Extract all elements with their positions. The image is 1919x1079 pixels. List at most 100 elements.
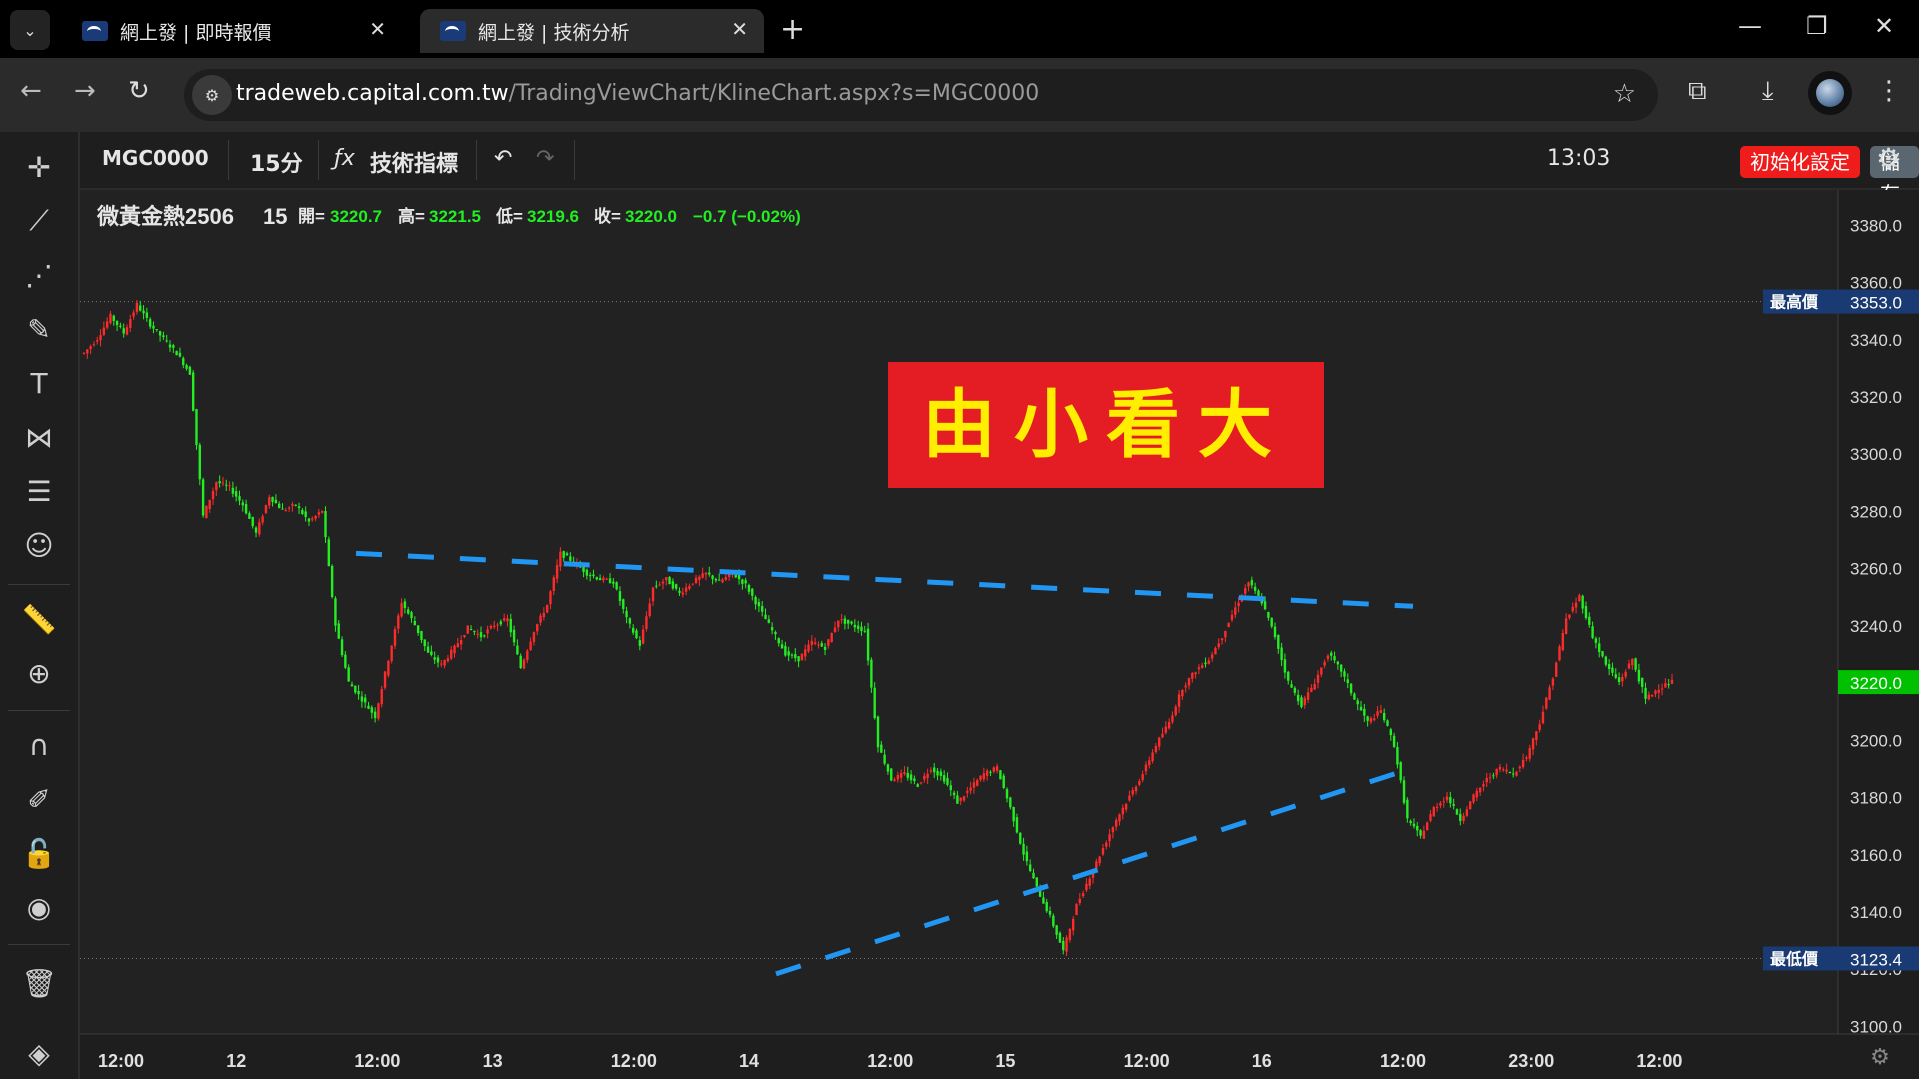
candle-body [1488,777,1492,779]
indicators-button[interactable]: 技術指標 [370,146,458,178]
reload-button[interactable]: ↻ [128,76,150,106]
interval-selector[interactable]: 15分 [250,146,303,178]
candle-body [195,408,198,446]
candle-body [1472,794,1475,803]
measure-tool[interactable]: 📏 [0,596,78,642]
new-tab-button[interactable]: + [780,12,805,48]
candle-body [198,444,201,480]
reset-settings-button[interactable]: 初始化設定 [1740,146,1860,178]
candle-body [635,630,638,639]
candle-body [714,578,718,581]
candle-body [850,621,853,624]
candle-body [486,629,489,634]
candle-body [1482,784,1485,787]
download-icon[interactable]: ⤓ [1762,76,1774,107]
candle-body [1478,787,1482,793]
brush-icon: ✎ [27,312,51,346]
candle-body [893,779,896,782]
candle-body [221,482,225,484]
restore-button[interactable]: ❐ [1806,12,1828,40]
zoom-tool[interactable]: ⊕ [0,650,78,696]
candle-body [307,518,311,522]
candle-body [1449,797,1452,804]
candle-body [952,792,956,796]
profile-avatar[interactable] [1808,71,1852,115]
candle-body [810,640,814,645]
text-tool[interactable]: T [0,360,78,406]
forward-button[interactable]: → [74,76,96,106]
address-bar[interactable]: ⚙ tradeweb.capital.com.tw/TradingViewCha… [184,69,1658,121]
candle-body [999,770,1002,780]
emoji-tool[interactable]: ☺ [0,522,78,568]
prediction-tool[interactable]: ☰ [0,468,78,514]
back-button[interactable]: ← [20,76,42,106]
candle-body [436,657,440,663]
candle-body [1571,606,1574,612]
indicators-icon[interactable]: ƒx [334,146,355,171]
candle-body [691,583,694,585]
candle-body [1141,774,1144,781]
extensions-icon[interactable]: ⧉ [1688,76,1707,107]
candle-body [1425,822,1429,831]
candle-body [459,639,463,645]
candle-body [754,596,757,605]
fib-tool[interactable]: ⋰ [0,252,78,298]
candle-body [1584,606,1588,619]
object-tree-tool[interactable]: ◈ [0,1030,78,1076]
candle-body [321,510,324,513]
candle-body [512,629,516,643]
browser-menu-icon[interactable]: ⋮ [1876,76,1902,106]
candle-body [876,716,880,748]
symbol-search[interactable]: MGC0000 [102,146,209,170]
candle-body [837,620,840,628]
candle-body [638,640,641,646]
remove-drawings-tool[interactable]: 🗑 [0,960,78,1006]
lock-all-tool[interactable]: 🔓 [0,830,78,876]
tab-close-icon[interactable]: ✕ [731,17,748,41]
candle-body [602,577,605,581]
price-chart[interactable]: 3100.03120.03140.03160.03180.03200.03220… [80,190,1919,1079]
bookmark-star-icon[interactable]: ☆ [1613,79,1636,109]
candle-body [708,572,711,575]
candle-body [473,631,476,633]
candle-body [866,628,870,661]
magnet-tool[interactable]: ∩ [0,722,78,768]
candle-body [304,511,307,518]
x-tick-label: 15 [995,1051,1015,1071]
axis-settings-icon[interactable]: ⚙ [1870,1045,1890,1070]
candle-body [1343,671,1346,677]
minimize-button[interactable]: — [1738,12,1762,40]
candle-body [1124,803,1128,810]
candle-body [350,684,354,687]
url-text[interactable]: tradeweb.capital.com.tw/TradingViewChart… [236,81,1039,106]
tab-close-icon[interactable]: ✕ [369,17,386,41]
tab-realtime-quote[interactable]: 網上發 | 即時報價 ✕ [62,9,402,53]
redo-icon[interactable]: ↷ [536,146,554,171]
site-info-icon[interactable]: ⚙ [192,75,232,115]
candle-body [1353,693,1356,700]
trendline-tool[interactable]: ⟋ [0,198,78,244]
candle-body [1349,683,1353,694]
pattern-icon: ⋈ [25,420,53,454]
window-close-button[interactable]: ✕ [1874,12,1894,40]
candle-body [1495,768,1498,776]
undo-icon[interactable]: ↶ [494,146,512,171]
pattern-tool[interactable]: ⋈ [0,414,78,460]
tab-search-button[interactable]: ⌄ [10,10,50,50]
annotation-banner-text: 由小看大 [922,382,1290,468]
crosshair-tool[interactable]: ✛ [0,144,78,190]
candle-body [625,610,628,618]
candle-body [1333,656,1336,661]
hide-drawings-tool[interactable]: ◉ [0,884,78,930]
chart-background [80,190,1919,1079]
candle-body [764,614,767,620]
tab-technical-analysis[interactable]: 網上發 | 技術分析 ✕ [420,9,764,53]
candle-body [1564,618,1568,635]
candle-body [1555,662,1558,677]
candle-body [234,491,238,497]
brush-tool[interactable]: ✎ [0,306,78,352]
candle-body [1277,635,1280,649]
candle-body [162,335,165,338]
lock-drawing-tool[interactable]: ✐ [0,776,78,822]
gear-icon[interactable]: ⚙ [1876,142,1901,175]
